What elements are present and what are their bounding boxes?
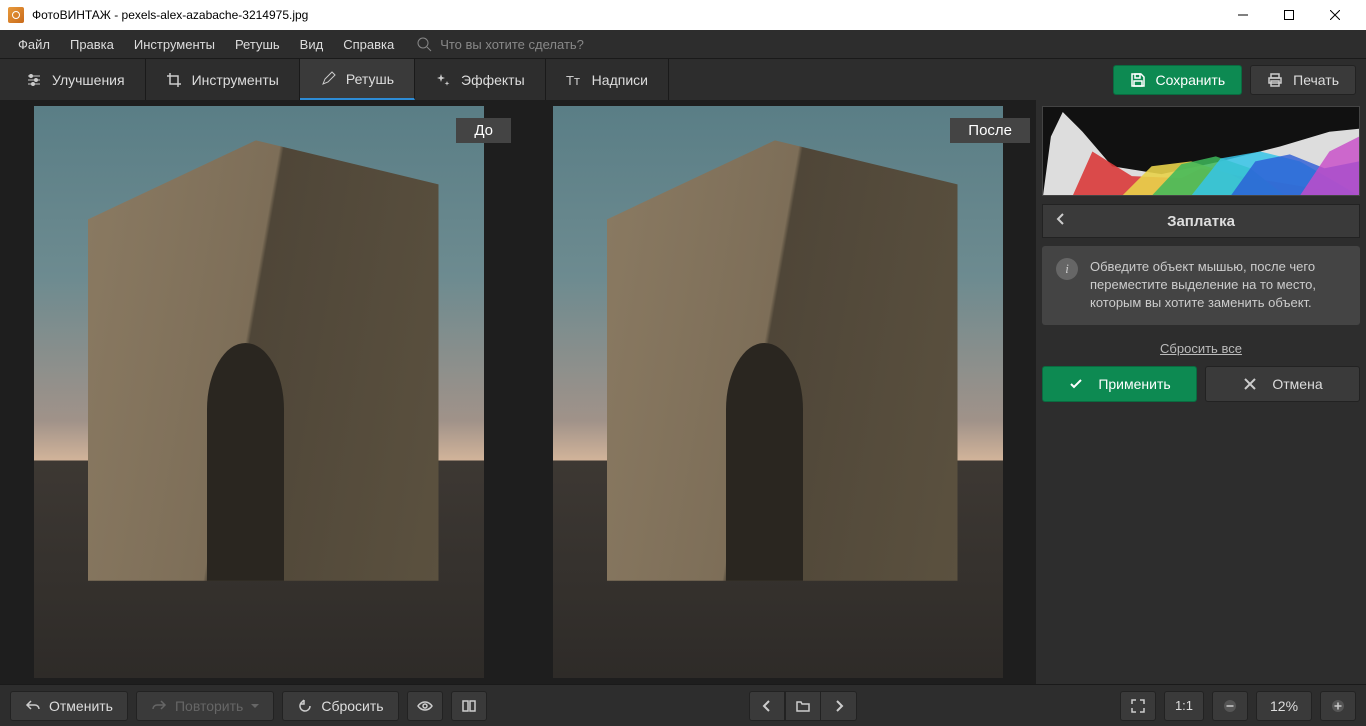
tab-tools[interactable]: Инструменты bbox=[146, 59, 300, 100]
canvas-area: До После bbox=[0, 100, 1036, 684]
menu-tools[interactable]: Инструменты bbox=[124, 33, 225, 56]
tab-captions[interactable]: Tт Надписи bbox=[546, 59, 669, 100]
prev-image-button[interactable] bbox=[749, 691, 785, 721]
nav-group bbox=[749, 691, 857, 721]
zoom-value[interactable]: 12% bbox=[1256, 691, 1312, 721]
menu-help[interactable]: Справка bbox=[333, 33, 404, 56]
menu-search[interactable]: Что вы хотите сделать? bbox=[416, 36, 584, 52]
before-pane[interactable]: До bbox=[6, 106, 511, 678]
next-image-button[interactable] bbox=[821, 691, 857, 721]
panel-header: Заплатка bbox=[1042, 204, 1360, 238]
cancel-label: Отмена bbox=[1272, 376, 1322, 392]
before-badge: До bbox=[456, 118, 511, 143]
info-icon: i bbox=[1056, 258, 1078, 280]
maximize-button[interactable] bbox=[1266, 0, 1312, 30]
tab-effects[interactable]: Эффекты bbox=[415, 59, 546, 100]
before-image bbox=[34, 106, 484, 678]
zoom-label: 12% bbox=[1270, 698, 1298, 714]
search-placeholder: Что вы хотите сделать? bbox=[440, 37, 584, 52]
reset-all-link[interactable]: Сбросить все bbox=[1042, 333, 1360, 358]
main-tabs: Улучшения Инструменты Ретушь Эффекты Tт … bbox=[0, 58, 1366, 100]
panel-title: Заплатка bbox=[1167, 213, 1235, 230]
menu-edit[interactable]: Правка bbox=[60, 33, 124, 56]
zoom-in-button[interactable] bbox=[1320, 691, 1356, 721]
undo-label: Отменить bbox=[49, 698, 113, 714]
svg-text:Tт: Tт bbox=[566, 73, 580, 88]
print-button[interactable]: Печать bbox=[1250, 65, 1356, 95]
save-label: Сохранить bbox=[1156, 72, 1226, 88]
window-title: ФотоВИНТАЖ - pexels-alex-azabache-321497… bbox=[32, 8, 308, 22]
close-button[interactable] bbox=[1312, 0, 1358, 30]
cancel-button[interactable]: Отмена bbox=[1205, 366, 1360, 402]
histogram[interactable] bbox=[1042, 106, 1360, 196]
after-badge: После bbox=[950, 118, 1030, 143]
app-icon bbox=[8, 7, 24, 23]
undo-button[interactable]: Отменить bbox=[10, 691, 128, 721]
menubar: Файл Правка Инструменты Ретушь Вид Справ… bbox=[0, 30, 1366, 58]
reset-button[interactable]: Сбросить bbox=[282, 691, 398, 721]
redo-button[interactable]: Повторить bbox=[136, 691, 274, 721]
sidebar: Заплатка i Обведите объект мышью, после … bbox=[1036, 100, 1366, 684]
tab-label: Инструменты bbox=[192, 72, 279, 88]
compare-button[interactable] bbox=[451, 691, 487, 721]
apply-button[interactable]: Применить bbox=[1042, 366, 1197, 402]
after-pane[interactable]: После bbox=[525, 106, 1030, 678]
tab-label: Ретушь bbox=[346, 71, 394, 87]
fit-screen-button[interactable] bbox=[1120, 691, 1156, 721]
save-button[interactable]: Сохранить bbox=[1113, 65, 1243, 95]
info-text: Обведите объект мышью, после чего переме… bbox=[1090, 258, 1346, 313]
tab-label: Эффекты bbox=[461, 72, 525, 88]
tab-retouch[interactable]: Ретушь bbox=[300, 59, 415, 100]
actual-size-button[interactable]: 1:1 bbox=[1164, 691, 1204, 721]
apply-label: Применить bbox=[1098, 376, 1170, 392]
minimize-button[interactable] bbox=[1220, 0, 1266, 30]
bottom-bar: Отменить Повторить Сбросить 1:1 12 bbox=[0, 684, 1366, 726]
tab-label: Надписи bbox=[592, 72, 648, 88]
menu-retouch[interactable]: Ретушь bbox=[225, 33, 290, 56]
after-image bbox=[553, 106, 1003, 678]
zoom-out-button[interactable] bbox=[1212, 691, 1248, 721]
tab-label: Улучшения bbox=[52, 72, 125, 88]
window-controls bbox=[1220, 0, 1358, 30]
ratio-label: 1:1 bbox=[1175, 698, 1193, 713]
titlebar: ФотоВИНТАЖ - pexels-alex-azabache-321497… bbox=[0, 0, 1366, 30]
back-button[interactable] bbox=[1053, 211, 1069, 231]
reset-label: Сбросить bbox=[321, 698, 383, 714]
toggle-preview-button[interactable] bbox=[407, 691, 443, 721]
menu-view[interactable]: Вид bbox=[290, 33, 334, 56]
print-label: Печать bbox=[1293, 72, 1339, 88]
info-box: i Обведите объект мышью, после чего пере… bbox=[1042, 246, 1360, 325]
redo-label: Повторить bbox=[175, 698, 243, 714]
menu-file[interactable]: Файл bbox=[8, 33, 60, 56]
tab-enhance[interactable]: Улучшения bbox=[6, 59, 146, 100]
browse-button[interactable] bbox=[785, 691, 821, 721]
